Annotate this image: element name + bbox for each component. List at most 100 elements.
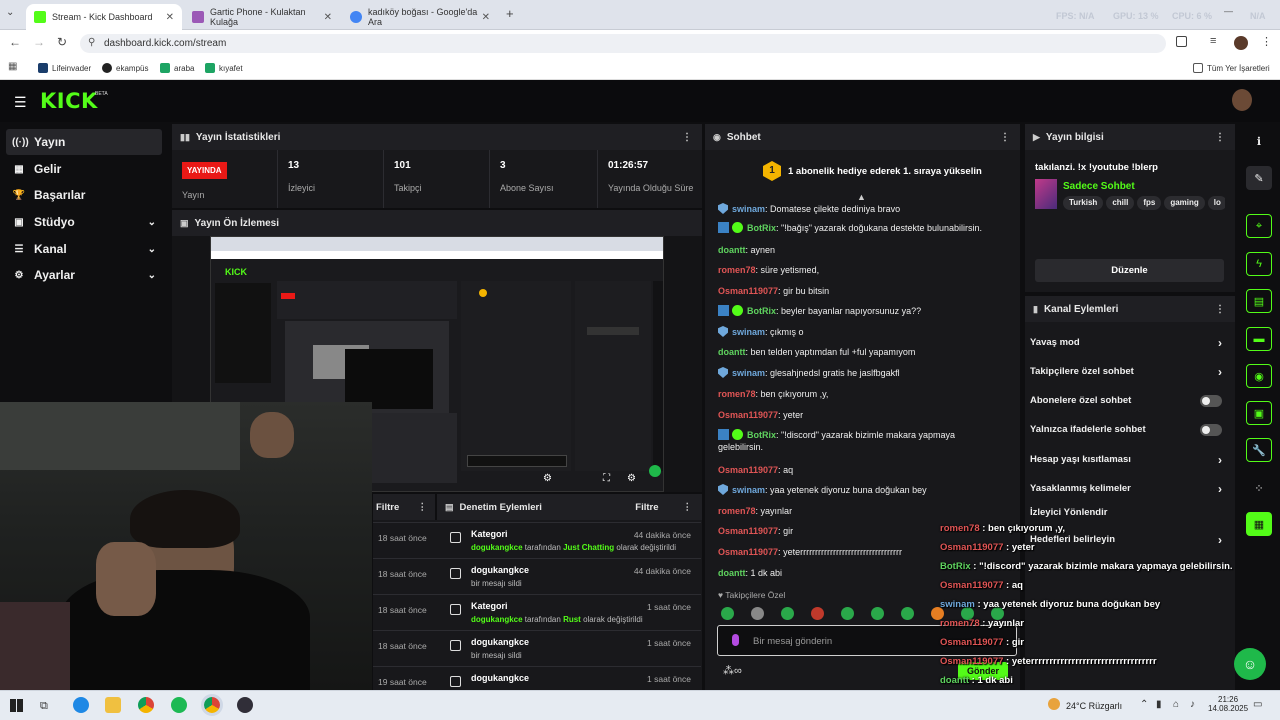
minimize-button[interactable]: — [1224, 6, 1233, 16]
share-icon[interactable]: ⁘ [1246, 476, 1272, 500]
pinned-message[interactable]: 1 abonelik hediye ederek 1. sıraya yükse… [788, 166, 982, 177]
chat-username[interactable]: romen78 [718, 506, 756, 516]
printer-icon[interactable]: ▣ [1246, 401, 1272, 425]
message-icon[interactable]: ▬ [1246, 327, 1272, 351]
channel-action-item[interactable]: Yalnızca ifadelerle sohbet [1030, 415, 1226, 444]
task-view-icon[interactable]: ⧉ [40, 700, 48, 713]
browser-menu-icon[interactable]: ⋮ [1261, 35, 1272, 48]
document-icon[interactable]: ▤ [1246, 289, 1272, 313]
media-icon[interactable]: ≡ [1210, 35, 1216, 47]
chat-username[interactable]: Osman119077 [718, 286, 778, 296]
close-tab-icon[interactable]: ✕ [482, 12, 490, 23]
chat-username[interactable]: BotRix [747, 430, 776, 440]
url-field[interactable]: ⚲ dashboard.kick.com/stream [80, 34, 1166, 53]
edge-icon[interactable] [73, 697, 89, 713]
fullscreen-icon[interactable]: ⛶ [603, 473, 610, 484]
more-options-icon[interactable]: ⋮ [1215, 132, 1225, 143]
emote-icon[interactable] [721, 607, 734, 620]
tab-google-search[interactable]: kadıköy boğası - Google'da Ara ✕ [342, 4, 498, 30]
toggle-switch[interactable] [1200, 394, 1222, 407]
weather-text[interactable]: 24°C Rüzgarlı [1066, 701, 1122, 711]
emote-icon[interactable] [901, 607, 914, 620]
chat-username[interactable]: swinam [732, 368, 765, 378]
chrome-icon[interactable] [138, 697, 154, 713]
extensions-icon[interactable] [1176, 36, 1187, 47]
reload-icon[interactable]: ↻ [57, 35, 67, 49]
chat-username[interactable]: swinam [732, 327, 765, 337]
collapse-pinned-icon[interactable]: ▲ [857, 192, 866, 202]
apps-grid-icon[interactable]: ▦ [8, 61, 17, 72]
sidebar-item-ayarlar[interactable]: ⚙ Ayarlar ⌄ [6, 262, 162, 288]
windows-start-icon[interactable] [10, 699, 23, 712]
broadcast-icon[interactable]: ◉ [1246, 364, 1272, 388]
tag-chip[interactable]: fps [1137, 196, 1162, 210]
chat-username[interactable]: swinam [732, 485, 765, 495]
sidebar-item-basarilar[interactable]: 🏆 Başarılar [6, 182, 162, 208]
settings-icon[interactable]: ⚙ [543, 473, 552, 484]
more-options-icon[interactable]: ⋮ [1215, 304, 1225, 315]
emote-icon[interactable] [751, 607, 764, 620]
emote-icon[interactable] [871, 607, 884, 620]
tag-chip[interactable]: Turkish [1063, 196, 1104, 210]
category-thumbnail[interactable] [1035, 179, 1057, 209]
emote-icon[interactable] [841, 607, 854, 620]
tab-kick-dashboard[interactable]: Stream - Kick Dashboard ✕ [26, 4, 182, 30]
weather-icon[interactable] [1048, 698, 1060, 710]
bookmark-lifeinvader[interactable]: Lifeinvader [38, 63, 91, 73]
chrome-active-icon[interactable] [201, 694, 223, 716]
audit-user[interactable]: dogukangkce [471, 615, 523, 624]
channel-action-item[interactable]: İzleyici Yönlendir [1030, 503, 1226, 521]
emote-icon[interactable] [781, 607, 794, 620]
channel-action-item[interactable]: Yasaklanmış kelimeler › [1030, 474, 1226, 503]
channel-action-item[interactable]: Takipçilere özel sohbet › [1030, 357, 1226, 386]
tray-chevron-icon[interactable]: ⌃ [1140, 699, 1148, 710]
file-explorer-icon[interactable] [105, 697, 121, 713]
all-bookmarks[interactable]: Tüm Yer İşaretleri [1193, 63, 1270, 73]
audit-filter-button[interactable]: Filtre [635, 502, 658, 513]
site-info-icon[interactable]: ⚲ [88, 37, 95, 48]
more-options-icon[interactable]: ⋮ [683, 502, 693, 513]
info-icon[interactable]: ℹ [1246, 129, 1272, 153]
back-icon[interactable]: ← [9, 35, 21, 49]
hamburger-menu-icon[interactable]: ☰ [14, 94, 27, 111]
channel-action-item[interactable]: Hesap yaşı kısıtlaması › [1030, 445, 1226, 474]
chat-username[interactable]: Osman119077 [718, 465, 778, 475]
obs-icon[interactable] [237, 697, 253, 713]
network-icon[interactable]: ⌂ [1173, 699, 1179, 710]
more-options-icon[interactable]: ⋮ [1000, 132, 1010, 143]
chat-username[interactable]: romen78 [718, 389, 756, 399]
more-options-icon[interactable]: ⋮ [418, 502, 428, 513]
channel-action-item[interactable]: Yavaş mod › [1030, 328, 1226, 357]
emote-icon[interactable] [811, 607, 824, 620]
tag-chip[interactable]: lo [1207, 196, 1225, 210]
profile-avatar[interactable] [1234, 36, 1248, 50]
user-avatar[interactable] [1232, 89, 1252, 111]
clip-icon[interactable]: ⌖ [1246, 214, 1272, 238]
lightning-icon[interactable]: ϟ [1246, 252, 1272, 276]
help-chat-fab[interactable]: ☺ [1234, 648, 1266, 680]
tag-chip[interactable]: gaming [1164, 196, 1205, 210]
chat-username[interactable]: swinam [732, 204, 765, 214]
chat-username[interactable]: doantt [718, 245, 746, 255]
sidebar-item-gelir[interactable]: ▦ Gelir [6, 156, 162, 182]
sidebar-item-kanal[interactable]: ☰ Kanal ⌄ [6, 236, 162, 262]
chat-users-icon[interactable]: ⁂∞ [723, 664, 742, 677]
forward-icon[interactable]: → [33, 35, 45, 49]
close-tab-icon[interactable]: ✕ [324, 12, 332, 23]
chat-username[interactable]: doantt [718, 568, 746, 578]
tag-chip[interactable]: chill [1106, 196, 1135, 210]
film-icon[interactable]: ▦ [1246, 512, 1272, 536]
audit-filter-left[interactable]: Filtre ⋮ [373, 494, 435, 520]
wrench-icon[interactable]: 🔧 [1246, 438, 1272, 462]
chat-username[interactable]: Osman119077 [718, 526, 778, 536]
bookmark-araba[interactable]: araba [160, 63, 194, 73]
microphone-tray-icon[interactable]: ▮ [1156, 699, 1162, 710]
pencil-icon[interactable]: ✎ [1246, 166, 1272, 190]
category-name[interactable]: Sadece Sohbet [1063, 181, 1135, 192]
clock[interactable]: 21:26 14.08.2025 [1208, 695, 1248, 713]
chat-username[interactable]: BotRix [747, 223, 776, 233]
channel-action-item[interactable]: Abonelere özel sohbet [1030, 386, 1226, 415]
chat-username[interactable]: BotRix [747, 306, 776, 316]
microphone-icon[interactable] [732, 634, 739, 646]
tab-list-icon[interactable]: ⌄ [6, 7, 14, 18]
